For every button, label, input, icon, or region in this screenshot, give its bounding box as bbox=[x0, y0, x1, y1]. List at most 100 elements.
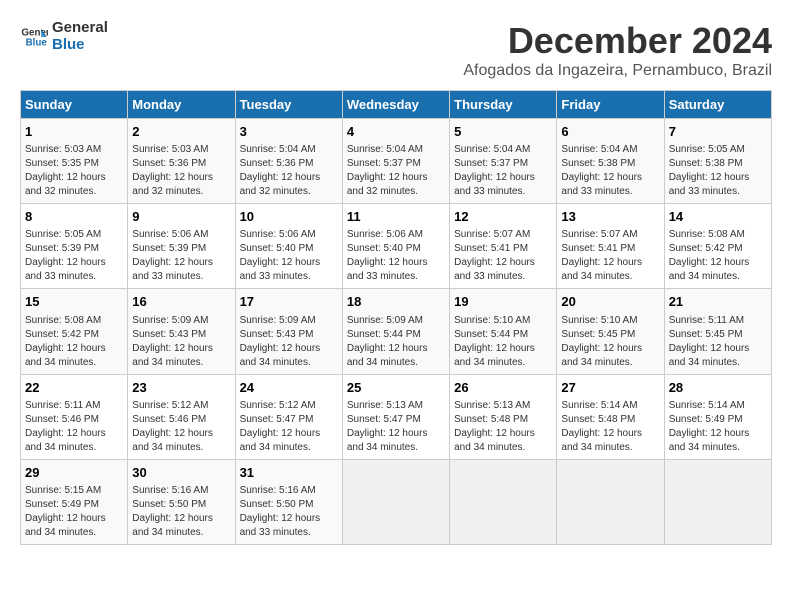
cell-info: Sunrise: 5:14 AMSunset: 5:48 PMDaylight:… bbox=[561, 399, 659, 455]
day-number: 19 bbox=[454, 293, 552, 311]
calendar-cell: 22 Sunrise: 5:11 AMSunset: 5:46 PMDayligh… bbox=[21, 374, 128, 459]
cell-info: Sunrise: 5:09 AMSunset: 5:43 PMDaylight:… bbox=[240, 314, 338, 370]
cell-info: Sunrise: 5:13 AMSunset: 5:47 PMDaylight:… bbox=[347, 399, 445, 455]
calendar-cell: 13 Sunrise: 5:07 AMSunset: 5:41 PMDayligh… bbox=[557, 204, 664, 289]
day-number: 21 bbox=[669, 293, 767, 311]
calendar-cell: 31 Sunrise: 5:16 AMSunset: 5:50 PMDayligh… bbox=[235, 459, 342, 544]
day-number: 27 bbox=[561, 379, 659, 397]
cell-info: Sunrise: 5:09 AMSunset: 5:43 PMDaylight:… bbox=[132, 314, 230, 370]
cell-info: Sunrise: 5:04 AMSunset: 5:38 PMDaylight:… bbox=[561, 143, 659, 199]
header-cell-sunday: Sunday bbox=[21, 91, 128, 119]
calendar-cell: 15 Sunrise: 5:08 AMSunset: 5:42 PMDayligh… bbox=[21, 289, 128, 374]
cell-info: Sunrise: 5:16 AMSunset: 5:50 PMDaylight:… bbox=[132, 484, 230, 540]
header-cell-monday: Monday bbox=[128, 91, 235, 119]
calendar-cell: 12 Sunrise: 5:07 AMSunset: 5:41 PMDayligh… bbox=[450, 204, 557, 289]
day-number: 8 bbox=[25, 208, 123, 226]
calendar-table: SundayMondayTuesdayWednesdayThursdayFrid… bbox=[20, 90, 772, 545]
cell-info: Sunrise: 5:11 AMSunset: 5:46 PMDaylight:… bbox=[25, 399, 123, 455]
cell-info: Sunrise: 5:08 AMSunset: 5:42 PMDaylight:… bbox=[25, 314, 123, 370]
calendar-cell: 26Sunrise: 5:13 AMSunset: 5:48 PMDayligh… bbox=[450, 374, 557, 459]
day-number: 20 bbox=[561, 293, 659, 311]
calendar-cell bbox=[450, 459, 557, 544]
cell-info: Sunrise: 5:08 AMSunset: 5:42 PMDaylight:… bbox=[669, 228, 767, 284]
calendar-cell: 28Sunrise: 5:14 AMSunset: 5:49 PMDayligh… bbox=[664, 374, 771, 459]
day-number: 22 bbox=[25, 379, 123, 397]
header-cell-saturday: Saturday bbox=[664, 91, 771, 119]
cell-info: Sunrise: 5:12 AMSunset: 5:47 PMDaylight:… bbox=[240, 399, 338, 455]
day-number: 3 bbox=[240, 123, 338, 141]
calendar-title: December 2024 bbox=[463, 20, 772, 62]
calendar-cell: 7Sunrise: 5:05 AMSunset: 5:38 PMDaylight… bbox=[664, 119, 771, 204]
day-number: 12 bbox=[454, 208, 552, 226]
cell-info: Sunrise: 5:05 AMSunset: 5:39 PMDaylight:… bbox=[25, 228, 123, 284]
calendar-cell: 1Sunrise: 5:03 AMSunset: 5:35 PMDaylight… bbox=[21, 119, 128, 204]
calendar-cell: 17 Sunrise: 5:09 AMSunset: 5:43 PMDayligh… bbox=[235, 289, 342, 374]
logo-line1: General bbox=[52, 20, 108, 37]
cell-info: Sunrise: 5:15 AMSunset: 5:49 PMDaylight:… bbox=[25, 484, 123, 540]
day-number: 11 bbox=[347, 208, 445, 226]
cell-info: Sunrise: 5:14 AMSunset: 5:49 PMDaylight:… bbox=[669, 399, 767, 455]
header-cell-wednesday: Wednesday bbox=[342, 91, 449, 119]
logo-line2: Blue bbox=[52, 37, 108, 54]
cell-info: Sunrise: 5:10 AMSunset: 5:45 PMDaylight:… bbox=[561, 314, 659, 370]
calendar-cell bbox=[557, 459, 664, 544]
calendar-cell: 3 Sunrise: 5:04 AMSunset: 5:36 PMDaylight… bbox=[235, 119, 342, 204]
calendar-subtitle: Afogados da Ingazeira, Pernambuco, Brazi… bbox=[463, 62, 772, 80]
day-number: 18 bbox=[347, 293, 445, 311]
title-section: December 2024 Afogados da Ingazeira, Per… bbox=[463, 20, 772, 80]
header-cell-friday: Friday bbox=[557, 91, 664, 119]
cell-info: Sunrise: 5:06 AMSunset: 5:40 PMDaylight:… bbox=[240, 228, 338, 284]
cell-info: Sunrise: 5:10 AMSunset: 5:44 PMDaylight:… bbox=[454, 314, 552, 370]
calendar-week-row: 15 Sunrise: 5:08 AMSunset: 5:42 PMDayligh… bbox=[21, 289, 772, 374]
day-number: 17 bbox=[240, 293, 338, 311]
cell-info: Sunrise: 5:07 AMSunset: 5:41 PMDaylight:… bbox=[454, 228, 552, 284]
cell-info: Sunrise: 5:12 AMSunset: 5:46 PMDaylight:… bbox=[132, 399, 230, 455]
calendar-cell: 6Sunrise: 5:04 AMSunset: 5:38 PMDaylight… bbox=[557, 119, 664, 204]
day-number: 7 bbox=[669, 123, 767, 141]
page-header: General Blue General Blue December 2024 … bbox=[20, 20, 772, 80]
day-number: 4 bbox=[347, 123, 445, 141]
calendar-cell bbox=[664, 459, 771, 544]
header-cell-thursday: Thursday bbox=[450, 91, 557, 119]
calendar-cell: 10 Sunrise: 5:06 AMSunset: 5:40 PMDayligh… bbox=[235, 204, 342, 289]
cell-info: Sunrise: 5:04 AMSunset: 5:37 PMDaylight:… bbox=[347, 143, 445, 199]
cell-info: Sunrise: 5:04 AMSunset: 5:36 PMDaylight:… bbox=[240, 143, 338, 199]
day-number: 25 bbox=[347, 379, 445, 397]
calendar-cell: 18Sunrise: 5:09 AMSunset: 5:44 PMDayligh… bbox=[342, 289, 449, 374]
day-number: 10 bbox=[240, 208, 338, 226]
day-number: 13 bbox=[561, 208, 659, 226]
day-number: 5 bbox=[454, 123, 552, 141]
calendar-cell: 19 Sunrise: 5:10 AMSunset: 5:44 PMDayligh… bbox=[450, 289, 557, 374]
logo: General Blue General Blue bbox=[20, 20, 108, 53]
calendar-cell: 2Sunrise: 5:03 AMSunset: 5:36 PMDaylight… bbox=[128, 119, 235, 204]
cell-info: Sunrise: 5:07 AMSunset: 5:41 PMDaylight:… bbox=[561, 228, 659, 284]
cell-info: Sunrise: 5:16 AMSunset: 5:50 PMDaylight:… bbox=[240, 484, 338, 540]
cell-info: Sunrise: 5:11 AMSunset: 5:45 PMDaylight:… bbox=[669, 314, 767, 370]
day-number: 26 bbox=[454, 379, 552, 397]
day-number: 16 bbox=[132, 293, 230, 311]
calendar-cell: 14 Sunrise: 5:08 AMSunset: 5:42 PMDayligh… bbox=[664, 204, 771, 289]
day-number: 2 bbox=[132, 123, 230, 141]
calendar-cell: 9Sunrise: 5:06 AMSunset: 5:39 PMDaylight… bbox=[128, 204, 235, 289]
calendar-week-row: 1Sunrise: 5:03 AMSunset: 5:35 PMDaylight… bbox=[21, 119, 772, 204]
day-number: 15 bbox=[25, 293, 123, 311]
calendar-cell: 11 Sunrise: 5:06 AMSunset: 5:40 PMDayligh… bbox=[342, 204, 449, 289]
cell-info: Sunrise: 5:04 AMSunset: 5:37 PMDaylight:… bbox=[454, 143, 552, 199]
calendar-cell: 27 Sunrise: 5:14 AMSunset: 5:48 PMDayligh… bbox=[557, 374, 664, 459]
calendar-cell: 24Sunrise: 5:12 AMSunset: 5:47 PMDayligh… bbox=[235, 374, 342, 459]
calendar-cell bbox=[342, 459, 449, 544]
day-number: 9 bbox=[132, 208, 230, 226]
logo-icon: General Blue bbox=[20, 23, 48, 51]
calendar-week-row: 22 Sunrise: 5:11 AMSunset: 5:46 PMDayligh… bbox=[21, 374, 772, 459]
calendar-cell: 23Sunrise: 5:12 AMSunset: 5:46 PMDayligh… bbox=[128, 374, 235, 459]
calendar-cell: 16 Sunrise: 5:09 AMSunset: 5:43 PMDayligh… bbox=[128, 289, 235, 374]
calendar-cell: 21 Sunrise: 5:11 AMSunset: 5:45 PMDayligh… bbox=[664, 289, 771, 374]
svg-text:Blue: Blue bbox=[26, 37, 48, 48]
day-number: 29 bbox=[25, 464, 123, 482]
cell-info: Sunrise: 5:06 AMSunset: 5:40 PMDaylight:… bbox=[347, 228, 445, 284]
day-number: 31 bbox=[240, 464, 338, 482]
calendar-header-row: SundayMondayTuesdayWednesdayThursdayFrid… bbox=[21, 91, 772, 119]
day-number: 14 bbox=[669, 208, 767, 226]
cell-info: Sunrise: 5:03 AMSunset: 5:35 PMDaylight:… bbox=[25, 143, 123, 199]
calendar-cell: 20 Sunrise: 5:10 AMSunset: 5:45 PMDayligh… bbox=[557, 289, 664, 374]
